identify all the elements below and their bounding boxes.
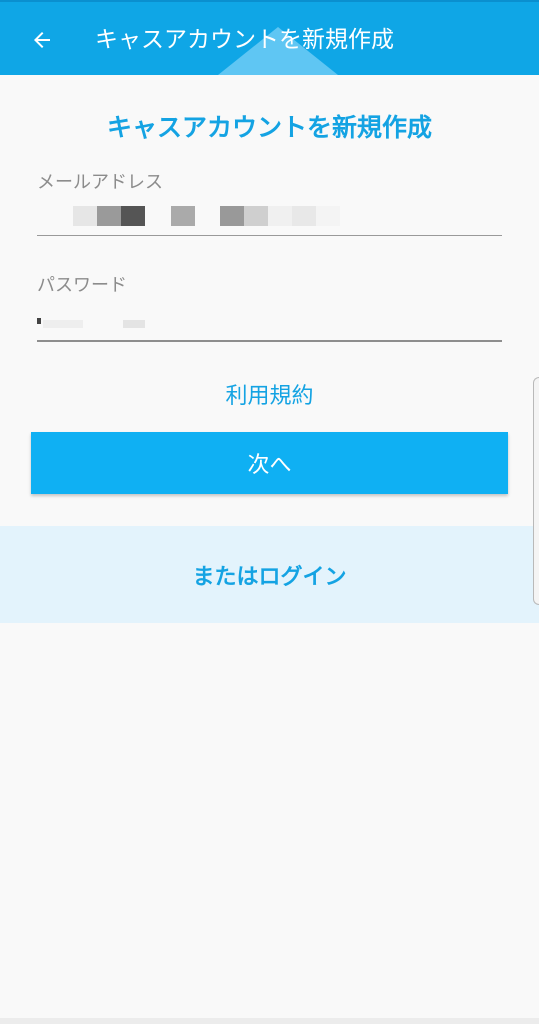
email-value-redacted (73, 206, 340, 226)
next-button[interactable]: 次へ (31, 432, 508, 494)
page-heading: キャスアカウントを新規作成 (106, 113, 432, 142)
password-field[interactable] (37, 302, 502, 342)
email-field[interactable] (37, 196, 502, 236)
edge-panel-handle[interactable] (533, 377, 539, 605)
app-bar: キャスアカウントを新規作成 (0, 0, 539, 75)
bottom-strip (0, 1018, 539, 1024)
login-link[interactable]: またはログイン (192, 559, 346, 591)
arrow-left-icon (34, 32, 50, 48)
terms-link[interactable]: 利用規約 (0, 378, 539, 410)
app-bar-title: キャスアカウントを新規作成 (95, 27, 394, 53)
back-button[interactable] (22, 20, 62, 60)
password-label: パスワード (37, 275, 127, 296)
app-bar-top-line (0, 0, 539, 2)
password-value-redacted (37, 318, 145, 328)
login-panel: またはログイン (0, 526, 539, 623)
email-label: メールアドレス (37, 172, 163, 193)
